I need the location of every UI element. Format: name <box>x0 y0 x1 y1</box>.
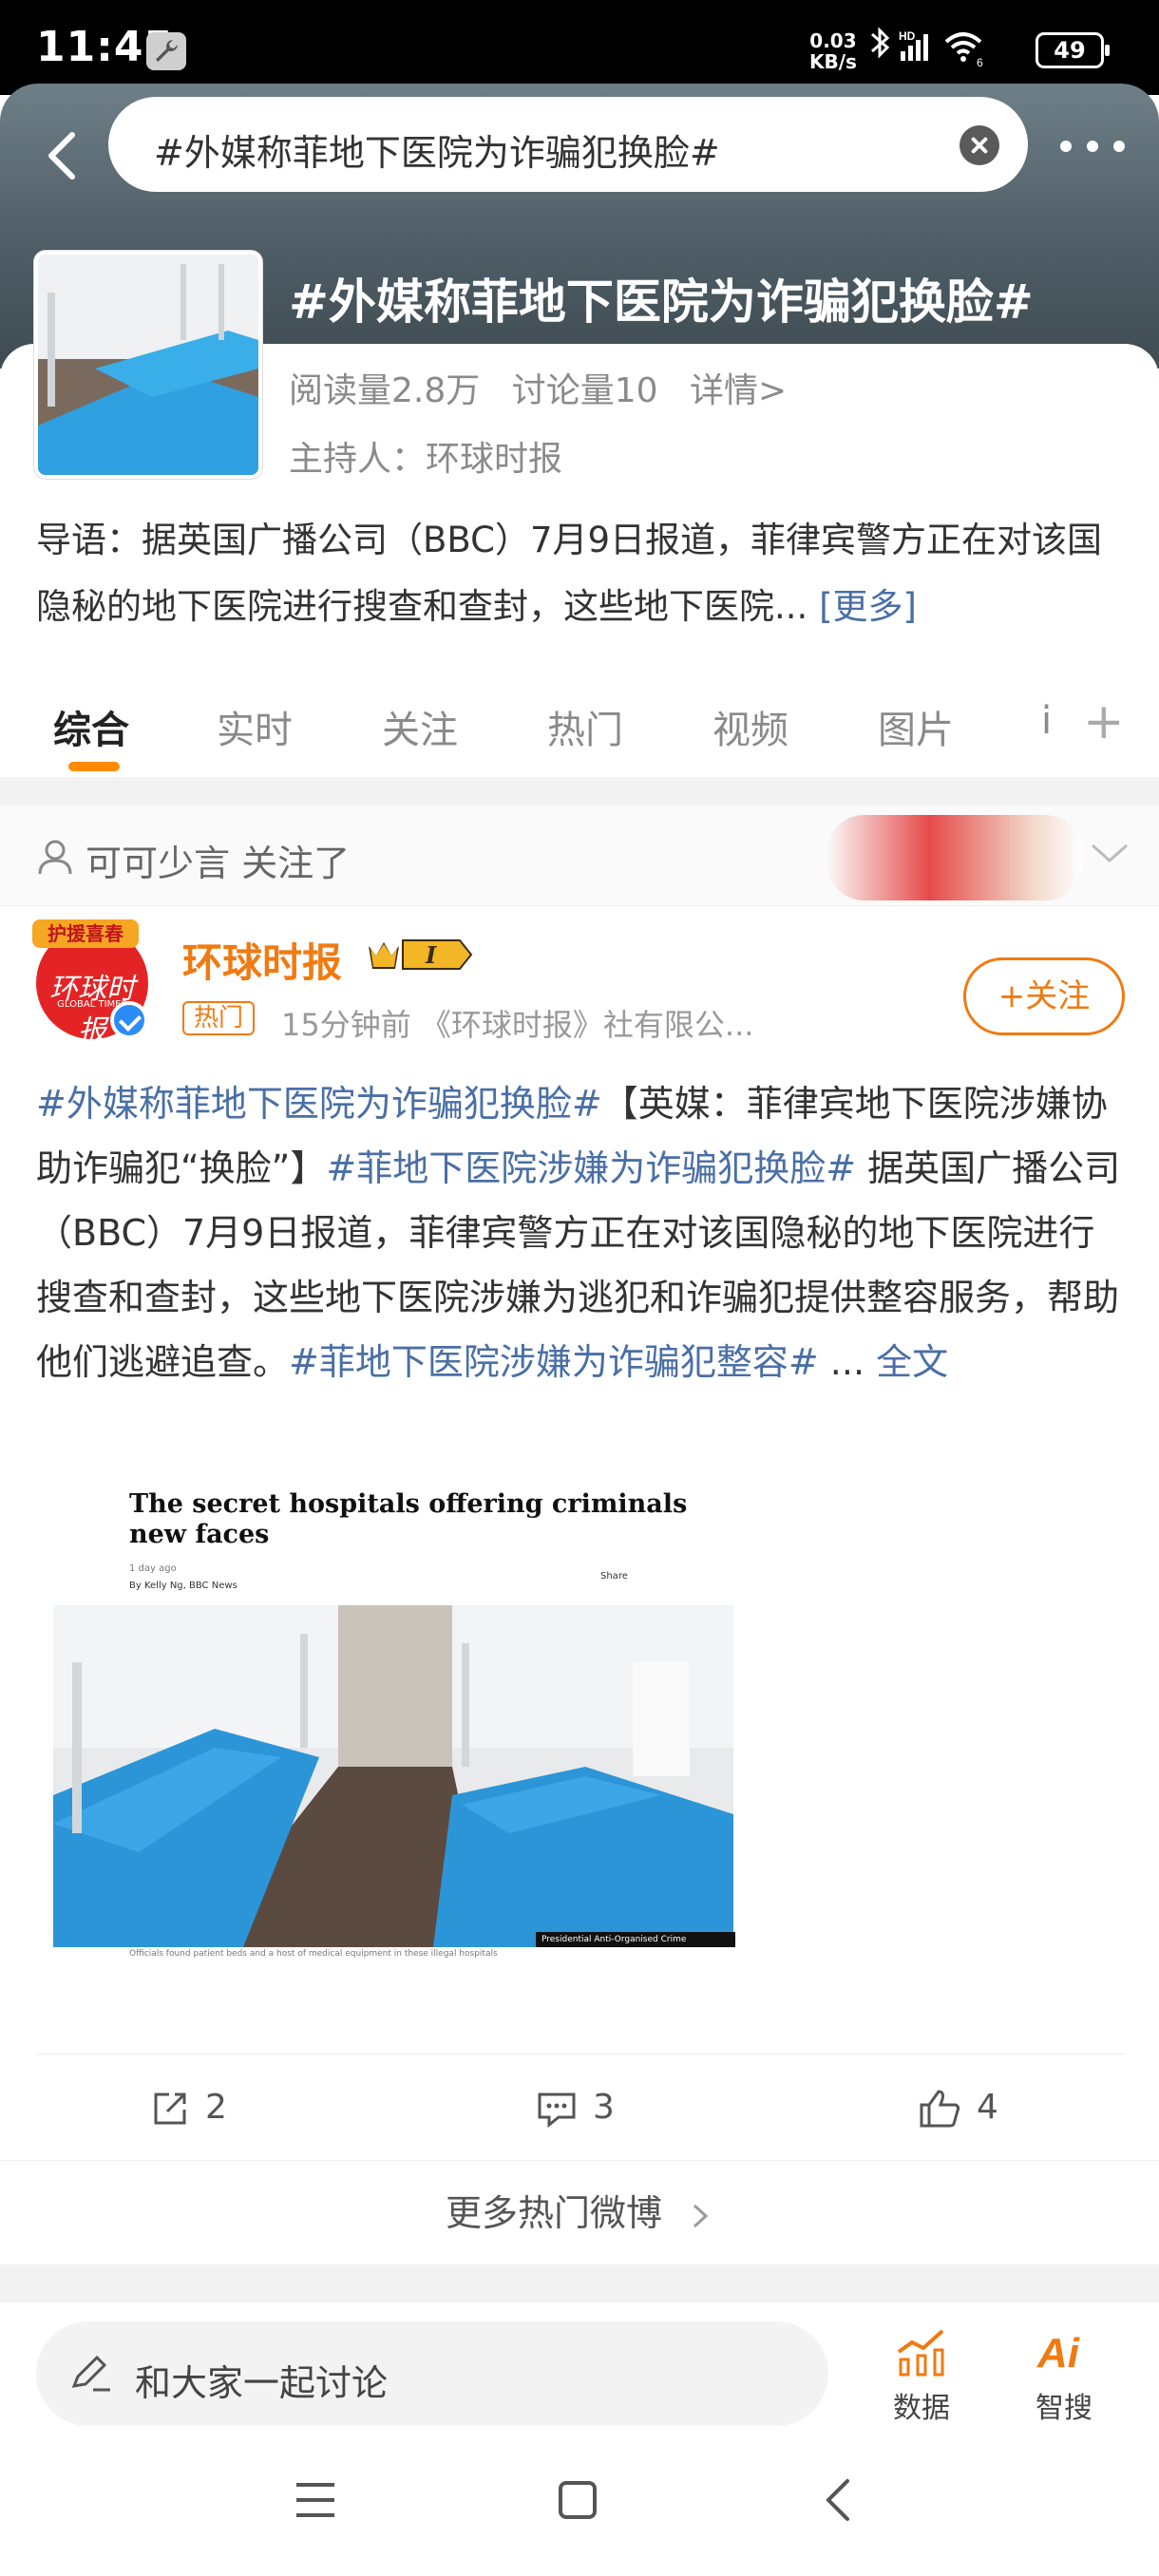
ai-icon: Ai <box>1036 2330 1080 2377</box>
vip-crown-icon: I <box>369 939 473 970</box>
comment-button[interactable]: 3 <box>536 2088 615 2129</box>
tab-hot[interactable]: 热门 <box>547 699 623 754</box>
section-divider <box>0 777 1159 805</box>
verified-badge-icon <box>110 1001 148 1039</box>
avatar[interactable]: 护援喜春 环球时报 GLOBAL TIMES <box>32 919 148 1048</box>
tab-following[interactable]: 关注 <box>382 699 458 754</box>
post-card: 护援喜春 环球时报 GLOBAL TIMES 环球时报 I 热门 15分钟前 《… <box>0 906 1159 2264</box>
repost-count: 2 <box>205 2088 227 2127</box>
hospital-photo <box>53 1605 733 1947</box>
back-nav-icon[interactable] <box>819 2475 857 2525</box>
search-query: #外媒称菲地下医院为诈骗犯换脸# <box>154 132 720 174</box>
tab-realtime[interactable]: 实时 <box>217 699 293 754</box>
data-label: 数据 <box>893 2392 950 2425</box>
chevron-right-icon <box>694 2204 709 2227</box>
follow-notice-bar[interactable]: 可可少言 关注了 <box>0 805 1159 906</box>
post-body: #外媒称菲地下医院为诈骗犯换脸#【英媒：菲律宾地下医院涉嫌协助诈骗犯“换脸”】#… <box>36 1071 1129 1394</box>
svg-text:6: 6 <box>977 56 983 69</box>
thumbs-up-icon <box>920 2090 960 2128</box>
post-time-source: 15分钟前 《环球时报》社有限公... <box>281 1007 754 1043</box>
wifi-icon: 6 <box>944 32 983 69</box>
more-hot-posts-button[interactable]: 更多热门微博 <box>0 2160 1159 2264</box>
full-text-link[interactable]: 全文 <box>876 1341 948 1383</box>
net-speed: 0.03 KB/s <box>809 29 857 73</box>
image-credit: Presidential Anti-Organised Crime Commis… <box>536 1932 735 1960</box>
signal-icon: HD <box>899 29 928 61</box>
topic-intro: 导语：据英国广播公司（BBC）7月9日报道，菲律宾警方正在对该国隐秘的地下医院进… <box>36 507 1129 640</box>
menu-icon[interactable] <box>293 2479 338 2521</box>
comment-icon <box>538 2093 576 2129</box>
chevron-down-icon[interactable] <box>1089 840 1130 868</box>
hot-tag: 热门 <box>182 1001 256 1035</box>
bluetooth-icon <box>871 27 890 59</box>
avatar-ribbon: 护援喜春 <box>32 919 139 948</box>
hashtag-link[interactable]: #菲地下医院涉嫌为诈骗犯换脸# <box>326 1147 856 1189</box>
hashtag-link[interactable]: #菲地下医院涉嫌为诈骗犯整容# <box>289 1341 819 1383</box>
home-icon[interactable] <box>555 2477 600 2523</box>
details-link[interactable]: 详情> <box>690 371 787 410</box>
topic-title: #外媒称菲地下医院为诈骗犯换脸# <box>289 275 1034 330</box>
chevron-left-icon <box>48 132 75 180</box>
bottom-action-bar: 和大家一起讨论 数据 Ai 智搜 <box>0 2302 1159 2445</box>
chart-icon <box>897 2329 944 2377</box>
more-hot-label: 更多热门微博 <box>445 2192 662 2234</box>
post-image[interactable]: The secret hospitals offering criminals … <box>53 1480 735 1964</box>
ai-label: 智搜 <box>1036 2392 1092 2425</box>
svg-text:I: I <box>425 941 437 969</box>
author-name[interactable]: 环球时报 <box>182 931 342 989</box>
clear-search-button[interactable] <box>960 125 999 165</box>
status-bar: 11:45 0.03 KB/s HD 6 49 <box>0 0 1159 95</box>
image-caption: Officials found patient beds and a host … <box>129 1949 498 1959</box>
like-button[interactable]: 4 <box>918 2088 998 2130</box>
post-ellipsis: ... <box>818 1341 877 1383</box>
pencil-icon <box>71 2355 110 2392</box>
tab-pictures[interactable]: 图片 <box>878 699 954 754</box>
image-headline: The secret hospitals offering criminals … <box>129 1489 688 1549</box>
section-divider <box>0 2264 1159 2302</box>
system-nav-bar <box>0 2445 1159 2576</box>
read-count: 阅读量2.8万 <box>289 371 481 410</box>
battery-indicator: 49 <box>1036 32 1110 68</box>
post-actions: 2 3 4 <box>0 2055 1159 2160</box>
tab-more-partial[interactable]: i <box>1041 699 1052 743</box>
data-button[interactable]: 数据 <box>864 2323 978 2426</box>
follow-button[interactable]: +关注 <box>963 957 1125 1035</box>
status-icons: HD 6 <box>864 27 1026 76</box>
like-count: 4 <box>977 2088 998 2127</box>
topic-host: 主持人：环球时报 <box>289 440 563 479</box>
comment-count: 3 <box>593 2088 615 2127</box>
decorative-banner <box>826 815 1083 900</box>
repost-button[interactable]: 2 <box>150 2088 227 2129</box>
discuss-input[interactable]: 和大家一起讨论 <box>36 2321 828 2426</box>
svg-text:HD: HD <box>899 29 916 43</box>
ai-search-button[interactable]: Ai 智搜 <box>1007 2323 1121 2426</box>
active-tab-indicator <box>68 762 120 771</box>
hashtag-link[interactable]: #外媒称菲地下医院为诈骗犯换脸# <box>36 1083 602 1125</box>
add-tab-button[interactable]: + <box>1083 693 1125 750</box>
svg-text:Ai: Ai <box>1036 2330 1080 2377</box>
topic-thumbnail <box>34 251 262 479</box>
topic-stats: 阅读量2.8万 讨论量10 详情> <box>289 363 808 412</box>
wrench-icon <box>146 32 186 70</box>
repost-icon <box>154 2093 186 2125</box>
divider <box>36 2054 1125 2055</box>
discuss-placeholder: 和大家一起讨论 <box>135 2362 389 2404</box>
image-date: 1 day ago <box>129 1563 177 1574</box>
follow-notice-text: 可可少言 关注了 <box>86 843 351 884</box>
back-button[interactable] <box>36 122 86 190</box>
tab-comprehensive[interactable]: 综合 <box>53 699 129 754</box>
more-options-button[interactable] <box>1060 141 1127 160</box>
topic-intro-text: 导语：据英国广播公司（BBC）7月9日报道，菲律宾警方正在对该国隐秘的地下医院进… <box>36 520 1103 627</box>
image-share-text: Share <box>600 1571 628 1582</box>
search-input[interactable]: #外媒称菲地下医院为诈骗犯换脸# <box>108 97 1028 192</box>
user-icon <box>38 840 72 875</box>
tab-video[interactable]: 视频 <box>712 699 788 754</box>
intro-more-link[interactable]: [更多] <box>819 586 917 627</box>
discussion-count: 讨论量10 <box>511 371 658 410</box>
tab-bar: 综合 实时 关注 热门 视频 图片 i + <box>0 684 1159 775</box>
image-byline: By Kelly Ng, BBC News <box>129 1581 238 1591</box>
